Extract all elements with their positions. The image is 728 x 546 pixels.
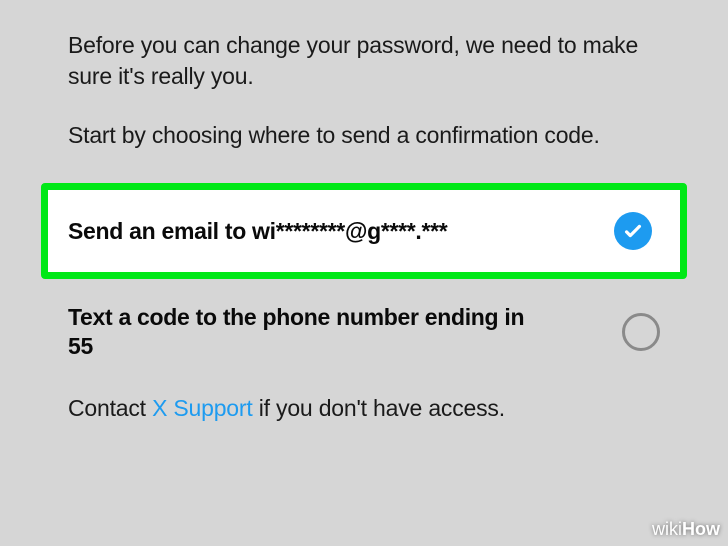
instruction-paragraph: Start by choosing where to send a confir… xyxy=(68,120,660,151)
footer-text: Contact X Support if you don't have acce… xyxy=(68,395,660,422)
option-email-label: Send an email to wi********@g****.*** xyxy=(68,218,447,245)
option-email[interactable]: Send an email to wi********@g****.*** xyxy=(41,183,687,279)
footer-prefix: Contact xyxy=(68,395,152,421)
wikihow-watermark: wikiHow xyxy=(652,519,720,540)
option-phone-label: Text a code to the phone number ending i… xyxy=(68,303,538,361)
verification-screen: Before you can change your password, we … xyxy=(0,0,728,422)
radio-selected-icon xyxy=(614,212,652,250)
support-link[interactable]: X Support xyxy=(152,395,253,421)
radio-unselected-icon xyxy=(622,313,660,351)
footer-suffix: if you don't have access. xyxy=(253,395,505,421)
check-icon xyxy=(622,220,644,242)
watermark-part1: wiki xyxy=(652,519,682,539)
watermark-part2: How xyxy=(682,519,720,539)
option-phone[interactable]: Text a code to the phone number ending i… xyxy=(68,295,660,369)
intro-paragraph: Before you can change your password, we … xyxy=(68,30,660,92)
